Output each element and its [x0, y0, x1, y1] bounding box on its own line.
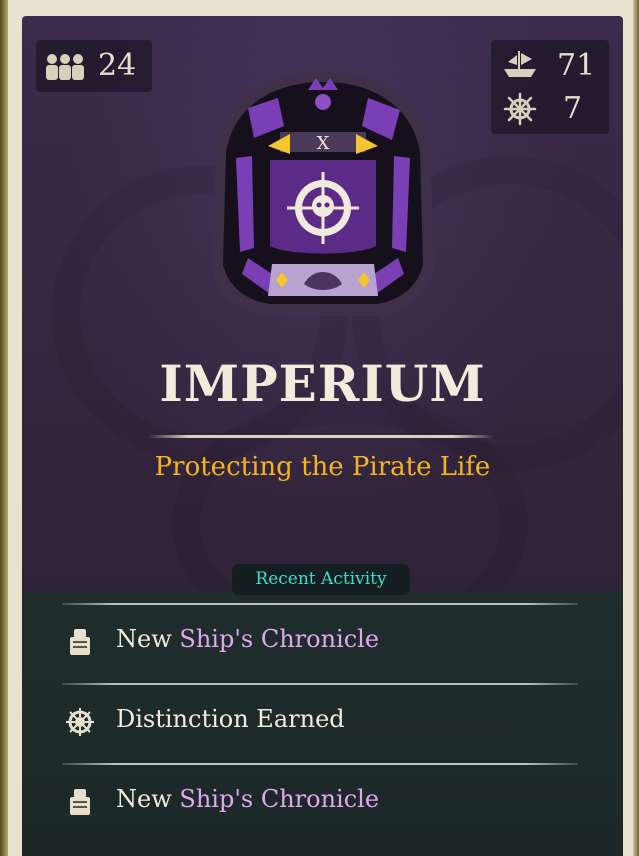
activity-item[interactable]: Distinction Earned [62, 685, 578, 757]
distinction-icon [66, 707, 94, 737]
activity-highlight: Ship's Chronicle [179, 625, 380, 653]
chronicle-icon [66, 627, 94, 657]
chronicle-icon [66, 787, 94, 817]
activity-prefix: New [116, 625, 180, 653]
voyages-count: 7 [563, 91, 583, 126]
recent-activity-label: Recent Activity [232, 564, 410, 595]
company-card[interactable]: 24 71 7 X IMPERIUM Protecting the Pirate… [22, 16, 623, 856]
frame-edge-right [633, 0, 639, 856]
ship-wheel-icon [503, 92, 537, 130]
ships-stat: 71 7 [491, 40, 609, 134]
title-divider [148, 435, 494, 438]
company-emblem: X [208, 68, 438, 322]
activity-highlight: Ship's Chronicle [179, 785, 380, 813]
members-count: 24 [98, 48, 137, 83]
activity-item[interactable]: New Ship's Chronicle [62, 605, 578, 677]
activity-text: Distinction Earned [116, 705, 345, 733]
activity-prefix: New [116, 785, 180, 813]
frame-edge-left [0, 0, 8, 856]
activity-prefix: Distinction Earned [116, 705, 345, 733]
activity-item[interactable]: New Ship's Chronicle [62, 765, 578, 837]
activity-text: New Ship's Chronicle [116, 785, 379, 813]
emblem-banner-letter: X [317, 133, 330, 154]
members-icon [44, 53, 86, 85]
members-stat: 24 [36, 40, 152, 92]
activity-text: New Ship's Chronicle [116, 625, 379, 653]
company-name: IMPERIUM [159, 354, 486, 413]
ship-icon [501, 50, 539, 84]
card-frame: 24 71 7 X IMPERIUM Protecting the Pirate… [0, 0, 639, 856]
card-header-area: 24 71 7 X IMPERIUM Protecting the Pirate… [22, 16, 623, 652]
company-motto: Protecting the Pirate Life [154, 452, 491, 482]
ships-count: 71 [557, 48, 596, 83]
